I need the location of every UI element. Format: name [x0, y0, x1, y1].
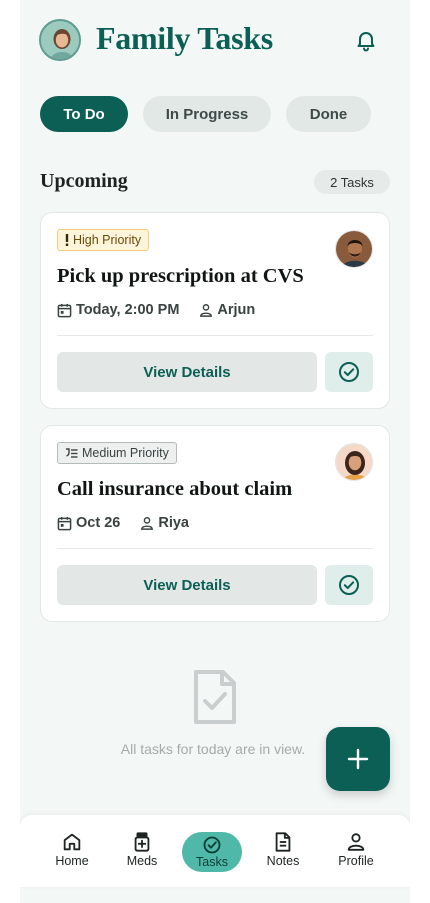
nav-label: Profile — [338, 854, 374, 868]
task-title: Call insurance about claim — [57, 478, 293, 500]
task-card: High Priority Pick up prescription at CV… — [40, 212, 390, 409]
task-meta: Oct 26 Riya — [57, 513, 189, 533]
tab-in-progress[interactable]: In Progress — [143, 96, 271, 132]
notes-icon — [275, 832, 291, 852]
task-due: Today, 2:00 PM — [76, 302, 180, 318]
bell-icon[interactable] — [354, 28, 378, 52]
exclamation-icon — [65, 234, 69, 246]
person-icon — [140, 516, 154, 530]
nav-label: Home — [55, 854, 89, 868]
app-screen: Family Tasks To Do In Progress Done Upco… — [20, 0, 410, 903]
app-title: Family Tasks — [96, 20, 273, 56]
complete-task-button[interactable] — [325, 565, 373, 605]
medium-priority-icon — [65, 447, 78, 459]
document-check-icon — [193, 669, 237, 725]
nav-label: Meds — [126, 854, 158, 868]
priority-label: Medium Priority — [82, 446, 169, 460]
person-icon — [199, 303, 213, 317]
plus-icon — [347, 748, 369, 770]
task-count-badge: 2 Tasks — [314, 170, 390, 194]
task-assignee: Riya — [158, 515, 189, 531]
profile-icon — [347, 833, 365, 851]
home-icon — [63, 833, 81, 851]
nav-item-meds[interactable]: Meds — [111, 831, 173, 875]
user-avatar[interactable] — [39, 19, 81, 61]
tasks-icon — [203, 836, 221, 854]
check-circle-icon — [339, 575, 359, 595]
nav-item-tasks[interactable]: Tasks — [182, 832, 242, 872]
priority-badge: High Priority — [57, 229, 150, 251]
app-header: Family Tasks — [20, 0, 410, 82]
nav-item-notes[interactable]: Notes — [252, 831, 314, 875]
tab-done[interactable]: Done — [286, 96, 371, 132]
assignee-avatar — [335, 230, 373, 268]
task-title: Pick up prescription at CVS — [57, 265, 304, 287]
card-divider — [57, 335, 373, 336]
nav-label: Tasks — [196, 855, 228, 869]
priority-badge: Medium Priority — [57, 442, 177, 464]
nav-item-profile[interactable]: Profile — [325, 831, 387, 875]
priority-label: High Priority — [73, 233, 142, 247]
add-task-button[interactable] — [326, 727, 390, 791]
task-due: Oct 26 — [76, 515, 121, 531]
calendar-icon — [57, 303, 72, 318]
view-details-button[interactable]: View Details — [57, 565, 317, 605]
nav-label: Notes — [266, 854, 300, 868]
assignee-avatar — [335, 443, 373, 481]
tab-to-do[interactable]: To Do — [40, 96, 128, 132]
section-title: Upcoming — [40, 170, 128, 192]
task-card: Medium Priority Call insurance about cla… — [40, 425, 390, 622]
bottom-nav: Home Meds Tasks Notes Profile — [20, 815, 410, 887]
task-assignee: Arjun — [217, 302, 256, 318]
complete-task-button[interactable] — [325, 352, 373, 392]
nav-item-home[interactable]: Home — [41, 831, 103, 875]
check-circle-icon — [339, 362, 359, 382]
task-meta: Today, 2:00 PM Arjun — [57, 300, 255, 320]
meds-icon — [134, 832, 150, 852]
calendar-icon — [57, 516, 72, 531]
view-details-button[interactable]: View Details — [57, 352, 317, 392]
card-divider — [57, 548, 373, 549]
